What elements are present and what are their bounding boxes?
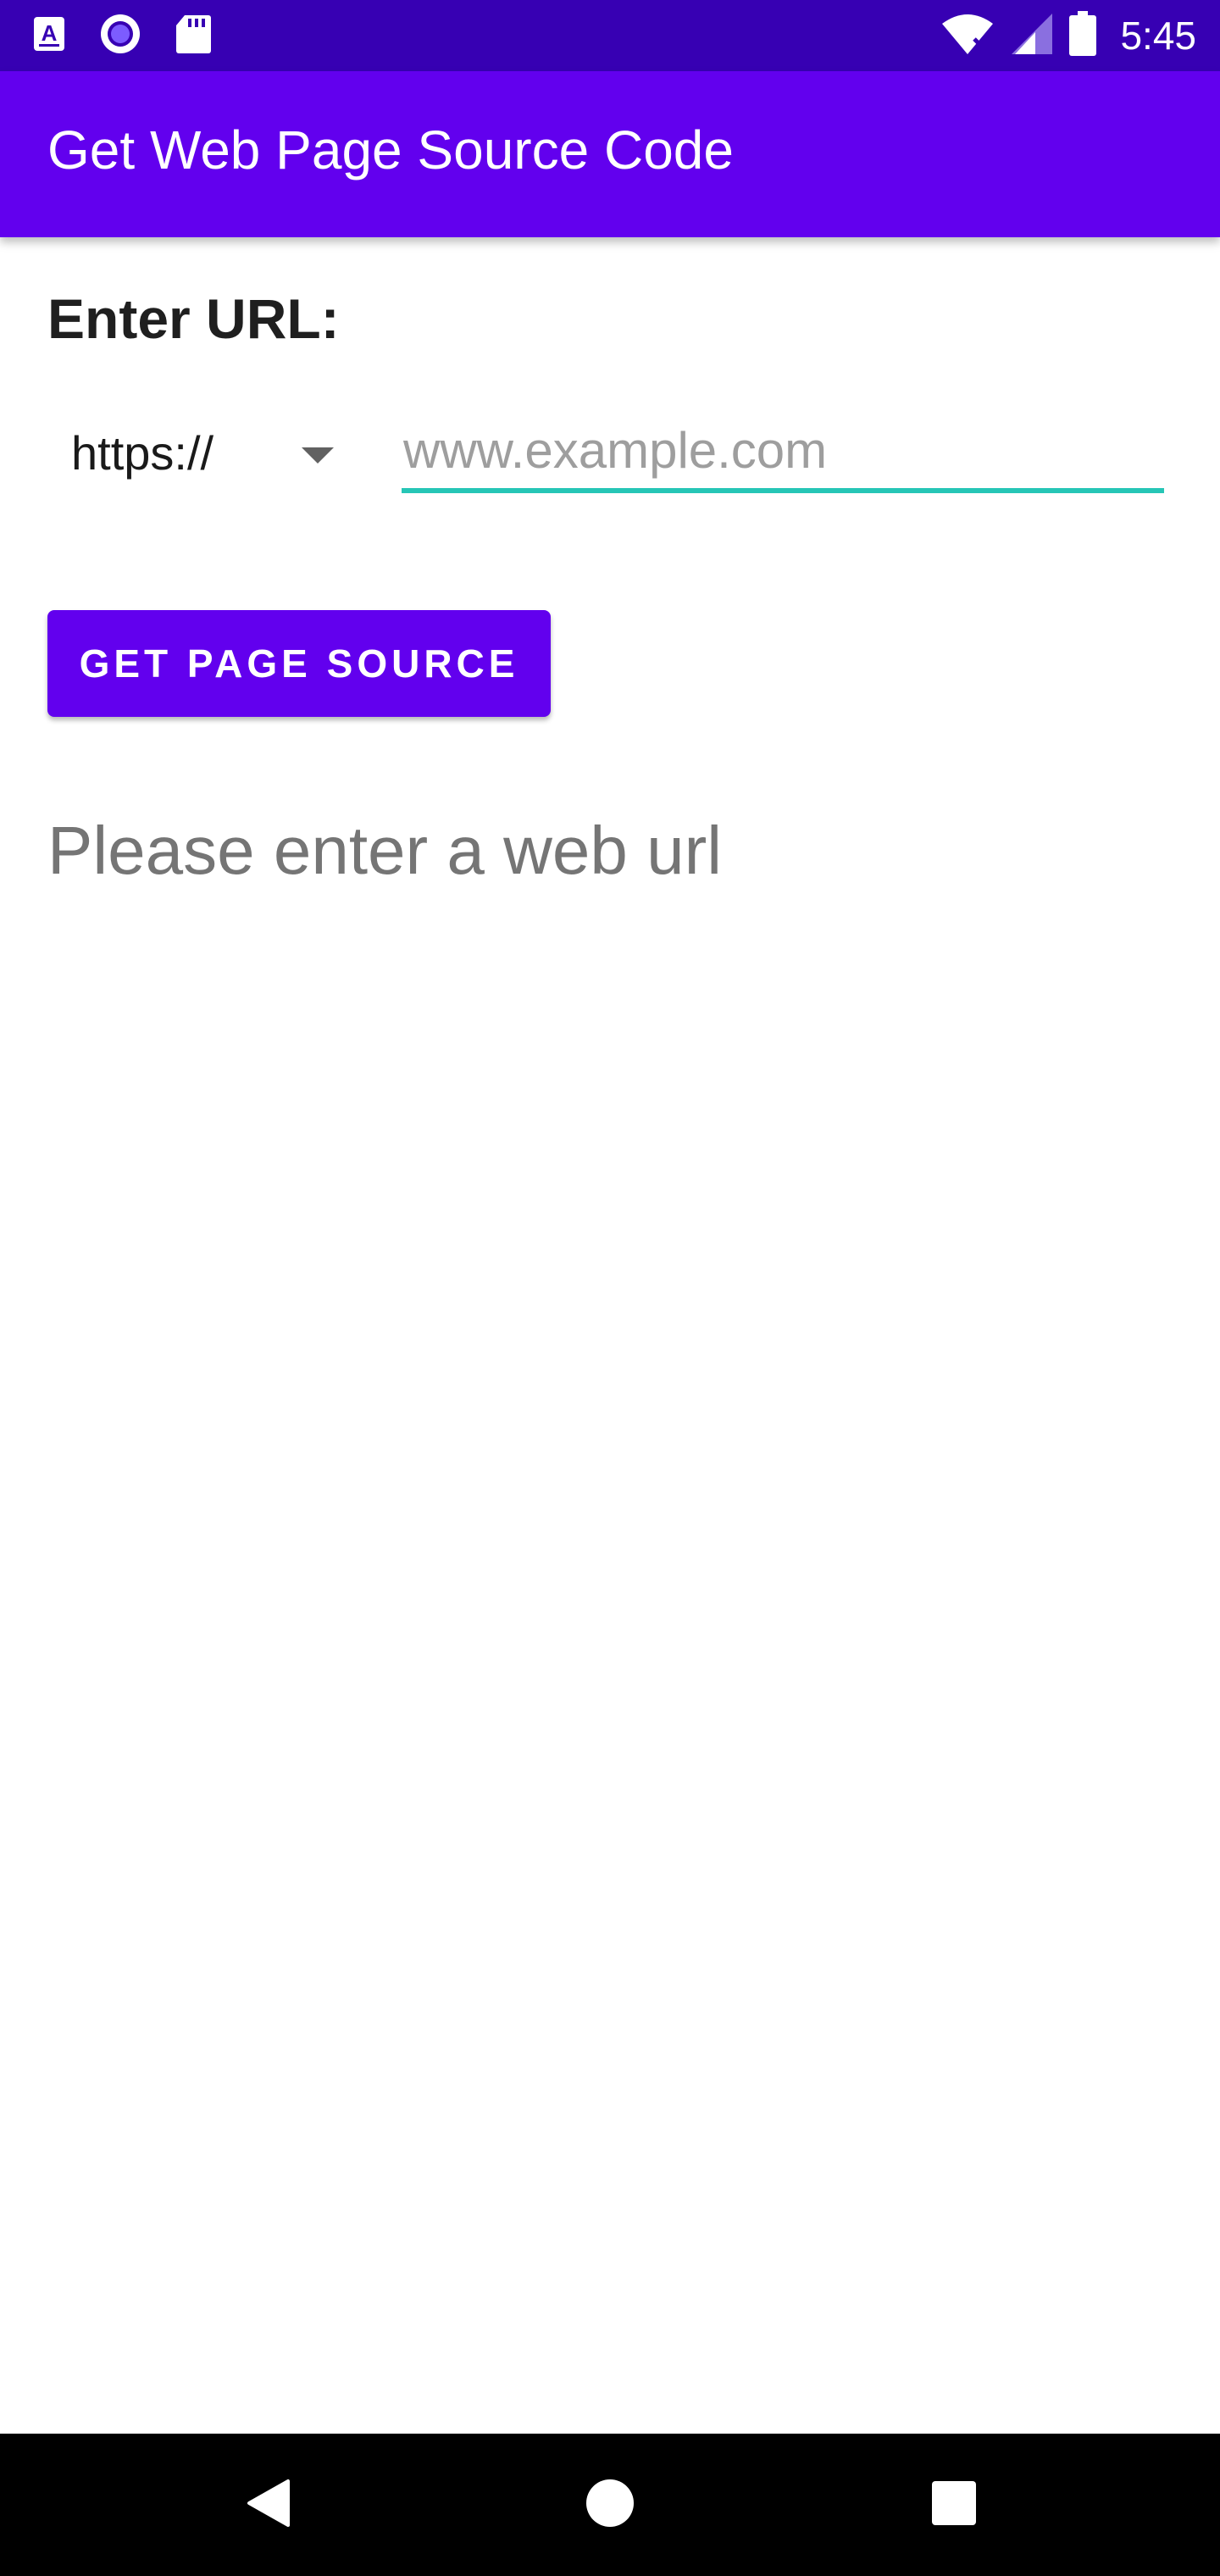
get-page-source-button[interactable]: GET PAGE SOURCE <box>47 610 551 717</box>
back-button[interactable] <box>183 2434 352 2576</box>
back-icon <box>244 2478 291 2532</box>
circle-record-icon <box>98 12 142 59</box>
sd-card-icon <box>175 14 212 58</box>
battery-icon <box>1069 11 1097 60</box>
protocol-selected-value: https:// <box>71 426 214 480</box>
protocol-dropdown[interactable]: https:// <box>47 415 352 500</box>
signal-icon <box>1010 12 1054 59</box>
status-left-icons: A <box>32 14 212 58</box>
status-time: 5:45 <box>1120 14 1196 58</box>
dropdown-arrow-icon <box>302 447 334 468</box>
result-message: Please enter a web url <box>47 813 723 888</box>
navigation-bar <box>0 2434 1220 2576</box>
status-right-icons: 5:45 <box>940 10 1196 61</box>
home-icon <box>585 2478 635 2532</box>
app-title: Get Web Page Source Code <box>47 119 734 180</box>
app-bar: Get Web Page Source Code <box>0 71 1220 237</box>
status-bar: A 5:45 <box>0 0 1220 71</box>
text-a-icon: A <box>32 15 66 56</box>
svg-text:A: A <box>42 20 58 46</box>
recents-button[interactable] <box>869 2434 1039 2576</box>
url-label: Enter URL: <box>47 287 340 350</box>
recents-icon <box>930 2479 978 2530</box>
wifi-icon <box>940 12 995 59</box>
url-input[interactable] <box>402 412 1164 493</box>
home-button[interactable] <box>525 2434 695 2576</box>
